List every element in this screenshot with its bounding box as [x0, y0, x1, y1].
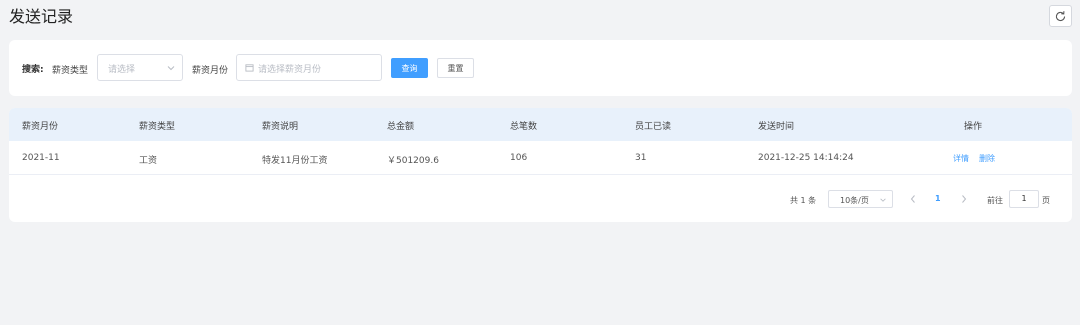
column-header: 薪资月份: [22, 122, 59, 132]
search-label: 搜索:: [22, 65, 44, 75]
column-header: 总笔数: [510, 122, 538, 132]
page-title: 发送记录: [9, 7, 74, 26]
reset-button[interactable]: 重置: [437, 58, 474, 78]
table-row: 2021-11 工资 特发11月份工资 ￥501209.6 106 31 202…: [9, 141, 1072, 175]
records-table: 薪资月份 薪资类型 薪资说明 总金额 总笔数 员工已读 发送时间 操作 2021…: [9, 108, 1072, 222]
column-header: 薪资类型: [139, 122, 176, 132]
page-suffix-label: 页: [1042, 196, 1050, 205]
chevron-down-icon: [167, 66, 175, 71]
delete-link[interactable]: 删除: [979, 153, 995, 164]
salary-month-label: 薪资月份: [192, 66, 229, 76]
chevron-left-icon[interactable]: [909, 194, 917, 204]
refresh-icon: [1055, 10, 1066, 21]
page-number-current[interactable]: 1: [935, 194, 941, 203]
refresh-button[interactable]: [1049, 5, 1072, 27]
column-header: 操作: [964, 122, 983, 132]
total-count: 共 1 条: [790, 196, 817, 205]
goto-label: 前往: [987, 196, 1003, 205]
cell-desc: 特发11月份工资: [262, 156, 328, 166]
cell-amount: ￥501209.6: [387, 156, 439, 166]
chevron-down-icon: [880, 198, 886, 202]
salary-month-picker[interactable]: 请选择薪资月份: [236, 54, 382, 81]
cell-type: 工资: [139, 156, 158, 166]
query-button[interactable]: 查询: [391, 58, 428, 78]
salary-month-placeholder: 请选择薪资月份: [258, 65, 322, 75]
column-header: 发送时间: [758, 122, 795, 132]
salary-type-placeholder: 请选择: [108, 65, 136, 75]
table-header: 薪资月份 薪资类型 薪资说明 总金额 总笔数 员工已读 发送时间 操作: [9, 108, 1072, 141]
chevron-right-icon[interactable]: [960, 194, 968, 204]
search-panel: 搜索: 薪资类型 请选择 薪资月份 请选择薪资月份 查询 重置: [9, 40, 1072, 96]
column-header: 薪资说明: [262, 122, 299, 132]
cell-sent-time: 2021-12-25 14:14:24: [758, 153, 854, 163]
detail-link[interactable]: 详情: [953, 153, 969, 164]
cell-read: 31: [635, 153, 647, 163]
cell-month: 2021-11: [22, 153, 60, 163]
calendar-icon: [245, 64, 254, 72]
goto-page-input[interactable]: 1: [1009, 190, 1039, 208]
pagination: 共 1 条 10条/页 1 前往 1 页: [9, 175, 1072, 222]
salary-type-label: 薪资类型: [52, 66, 89, 76]
cell-count: 106: [510, 153, 528, 163]
salary-type-select[interactable]: 请选择: [97, 54, 183, 81]
column-header: 员工已读: [635, 122, 672, 132]
column-header: 总金额: [387, 122, 415, 132]
page-size-select[interactable]: 10条/页: [828, 190, 893, 208]
page-size-value: 10条/页: [840, 196, 869, 205]
